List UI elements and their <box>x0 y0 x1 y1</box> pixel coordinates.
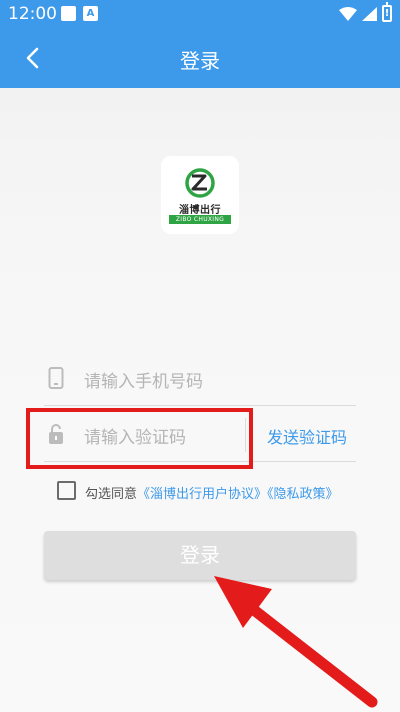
annotation-arrow-icon <box>214 576 378 708</box>
